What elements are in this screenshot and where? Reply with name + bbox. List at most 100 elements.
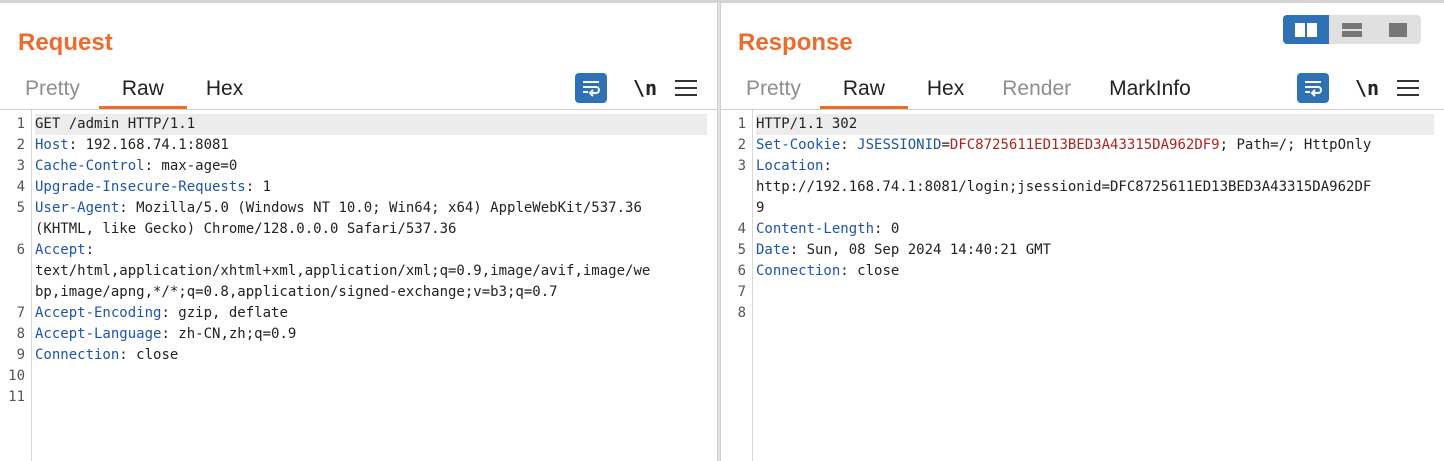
tab-pretty[interactable]: Pretty — [6, 71, 99, 109]
code-text: : zh-CN,zh;q=0.9 — [161, 326, 297, 342]
response-tabs: Pretty Raw Hex Render MarkInfo — [727, 71, 1210, 109]
code-text: : 1 — [245, 179, 272, 195]
horizontal-split-icon[interactable] — [1329, 15, 1375, 44]
code-line: GET /admin HTTP/1.1 — [35, 114, 707, 135]
code-text: text/html,application/xhtml+xml,applicat… — [35, 263, 651, 279]
header-name: Connection — [756, 263, 841, 279]
code-text: : gzip, deflate — [161, 305, 288, 321]
code-line: User-Agent: Mozilla/5.0 (Windows NT 10.0… — [35, 198, 707, 219]
line-number: 4 — [16, 179, 25, 195]
request-toolbar: \n — [575, 73, 697, 103]
response-toolbar: \n — [1297, 73, 1419, 103]
tab-hex[interactable]: Hex — [908, 71, 983, 109]
code-line: (KHTML, like Gecko) Chrome/128.0.0.0 Saf… — [35, 219, 707, 240]
response-code[interactable]: HTTP/1.1 302 Set-Cookie: JSESSIONID=DFC87… — [756, 114, 1434, 324]
code-line: Date: Sun, 08 Sep 2024 14:40:21 GMT — [756, 240, 1434, 261]
line-number: 7 — [737, 284, 746, 300]
code-line: Accept-Encoding: gzip, deflate — [35, 303, 707, 324]
response-line-gutter: 1 2 3 4 5 6 7 8 — [721, 110, 753, 461]
header-name: User-Agent — [35, 200, 120, 216]
code-text: : close — [119, 347, 179, 363]
line-number: 5 — [16, 200, 25, 216]
header-name: Content-Length — [756, 221, 875, 237]
header-name: Host — [35, 137, 69, 153]
line-number: 9 — [16, 347, 25, 363]
line-number: 2 — [737, 137, 746, 153]
code-line: Accept-Language: zh-CN,zh;q=0.9 — [35, 324, 707, 345]
tab-hex[interactable]: Hex — [187, 71, 262, 109]
code-text: : Sun, 08 Sep 2024 14:40:21 GMT — [789, 242, 1052, 258]
menu-icon[interactable] — [1397, 80, 1419, 96]
header-name: JSESSIONID — [857, 137, 942, 153]
line-number: 6 — [16, 242, 25, 258]
code-line: text/html,application/xhtml+xml,applicat… — [35, 261, 707, 282]
word-wrap-icon[interactable] — [1297, 73, 1329, 103]
header-name: Upgrade-Insecure-Requests — [35, 179, 246, 195]
menu-icon[interactable] — [675, 80, 697, 96]
code-text: : 0 — [874, 221, 900, 237]
code-line: Cache-Control: max-age=0 — [35, 156, 707, 177]
tab-markinfo[interactable]: MarkInfo — [1090, 71, 1210, 109]
code-text: : Mozilla/5.0 (Windows NT 10.0; Win64; x… — [119, 200, 642, 216]
tab-render[interactable]: Render — [983, 71, 1090, 109]
code-line: Location: — [756, 156, 1434, 177]
header-name: Location — [756, 158, 824, 174]
code-line: http://192.168.74.1:8081/login;jsessioni… — [756, 177, 1434, 198]
header-name: Set-Cookie — [756, 137, 841, 153]
newline-toggle-icon[interactable]: \n — [1347, 76, 1387, 100]
code-line: Upgrade-Insecure-Requests: 1 — [35, 177, 707, 198]
request-code[interactable]: GET /admin HTTP/1.1 Host: 192.168.74.1:80… — [35, 114, 707, 408]
line-number: 1 — [737, 116, 746, 132]
request-title: Request — [18, 29, 113, 56]
line-number: 2 — [16, 137, 25, 153]
request-editor[interactable]: 1 2 3 4 5 6 7 8 9 10 11 GET /admin HTTP/1.1 Host: 1… — [0, 110, 717, 461]
code-text: http://192.168.74.1:8081/login;jsessioni… — [756, 179, 1372, 195]
code-text: : 192.168.74.1:8081 — [68, 137, 229, 153]
tab-pretty[interactable]: Pretty — [727, 71, 820, 109]
header-name: Accept — [35, 242, 86, 258]
code-line: Connection: close — [35, 345, 707, 366]
code-text: ; Path=/; HttpOnly — [1219, 137, 1372, 153]
line-number: 10 — [8, 368, 25, 384]
code-text: : — [85, 242, 95, 258]
side-by-side-icon[interactable] — [1283, 15, 1329, 44]
code-text: (KHTML, like Gecko) Chrome/128.0.0.0 Saf… — [35, 221, 457, 237]
line-number: 3 — [16, 158, 25, 174]
code-text: HTTP/1.1 302 — [756, 116, 858, 132]
code-line: Accept: — [35, 240, 707, 261]
tab-raw[interactable]: Raw — [98, 71, 187, 109]
newline-toggle-icon[interactable]: \n — [625, 76, 665, 100]
code-line: Set-Cookie: JSESSIONID=DFC8725611ED13BED… — [756, 135, 1434, 156]
line-number: 5 — [737, 242, 746, 258]
code-text: 9 — [756, 200, 765, 216]
header-name: Date — [756, 242, 790, 258]
line-number: 11 — [8, 389, 25, 405]
response-editor[interactable]: 1 2 3 4 5 6 7 8 HTTP/1.1 302 Set-Cookie: JSESSIO… — [721, 110, 1444, 461]
code-text: : max-age=0 — [144, 158, 238, 174]
layout-toggle — [1283, 15, 1421, 44]
code-text: : close — [840, 263, 900, 279]
response-pane: Response Pretty Raw Hex Render MarkInfo \n 1… — [721, 3, 1444, 461]
word-wrap-icon[interactable] — [575, 73, 607, 103]
code-text: : — [840, 137, 858, 153]
code-line: 9 — [756, 198, 1434, 219]
line-number: 1 — [16, 116, 25, 132]
header-name: Connection — [35, 347, 120, 363]
code-text: = — [941, 137, 950, 153]
tab-raw[interactable]: Raw — [819, 71, 908, 109]
header-name: Cache-Control — [35, 158, 145, 174]
response-title: Response — [738, 29, 853, 56]
single-pane-icon[interactable] — [1375, 15, 1421, 44]
line-number: 3 — [737, 158, 746, 174]
code-line: Content-Length: 0 — [756, 219, 1434, 240]
code-line: Connection: close — [756, 261, 1434, 282]
cookie-value: DFC8725611ED13BED3A43315DA962DF9 — [949, 137, 1220, 153]
request-pane: Request Pretty Raw Hex \n 1 2 3 4 5 6 7 8 9 10 11 GE… — [0, 3, 717, 461]
request-line-gutter: 1 2 3 4 5 6 7 8 9 10 11 — [0, 110, 32, 461]
code-line: HTTP/1.1 302 — [756, 114, 1434, 135]
code-line: bp,image/apng,*/*;q=0.8,application/sign… — [35, 282, 707, 303]
line-number: 8 — [16, 326, 25, 342]
